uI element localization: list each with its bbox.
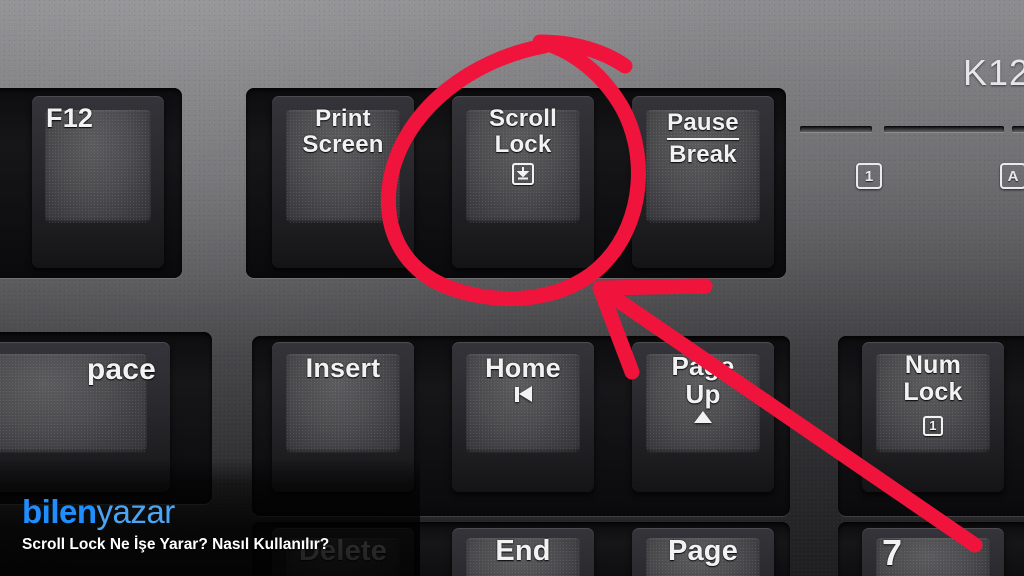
- key-numpad-seven-cap: [876, 537, 990, 576]
- logo-light-part: yazar: [96, 493, 176, 530]
- key-print-screen-cap: [286, 109, 400, 224]
- key-print-screen[interactable]: Print Screen: [272, 96, 414, 268]
- article-title: Scroll Lock Ne İşe Yarar? Nasıl Kullanıl…: [22, 536, 330, 553]
- key-home[interactable]: Home: [452, 342, 594, 492]
- keyboard-photo: F12 Print Screen Scroll Lock Pause Break…: [0, 0, 1024, 576]
- key-num-lock[interactable]: Num Lock 1: [862, 342, 1004, 492]
- key-end[interactable]: End: [452, 528, 594, 576]
- num-lock-led-icon: 1: [856, 163, 882, 189]
- key-page-down-cap: [646, 537, 760, 576]
- watermark-overlay: bilenyazar Scroll Lock Ne İşe Yarar? Nas…: [0, 458, 420, 576]
- key-page-up[interactable]: Page Up: [632, 342, 774, 492]
- key-insert-cap: [286, 354, 400, 453]
- led-slot-3: [1012, 126, 1024, 132]
- key-page-up-cap: [646, 354, 760, 453]
- key-backspace-cap: [0, 354, 147, 453]
- key-pause-break[interactable]: Pause Break: [632, 96, 774, 268]
- led-slot-1: [800, 126, 872, 132]
- key-f12[interactable]: F12: [32, 96, 164, 268]
- caps-lock-led-icon: A: [1000, 163, 1024, 189]
- key-num-lock-cap: [876, 354, 990, 453]
- key-scroll-lock[interactable]: Scroll Lock: [452, 96, 594, 268]
- key-end-cap: [466, 537, 580, 576]
- keyboard-model-text: K12: [962, 52, 1024, 93]
- logo-bold-part: bilen: [22, 493, 97, 530]
- key-pause-break-cap: [646, 109, 760, 224]
- key-home-cap: [466, 354, 580, 453]
- key-f12-cap: [45, 109, 151, 224]
- key-scroll-lock-cap: [466, 109, 580, 224]
- key-numpad-seven[interactable]: 7: [862, 528, 1004, 576]
- key-page-down[interactable]: Page: [632, 528, 774, 576]
- site-logo[interactable]: bilenyazar: [22, 495, 175, 528]
- led-slot-2: [884, 126, 1004, 132]
